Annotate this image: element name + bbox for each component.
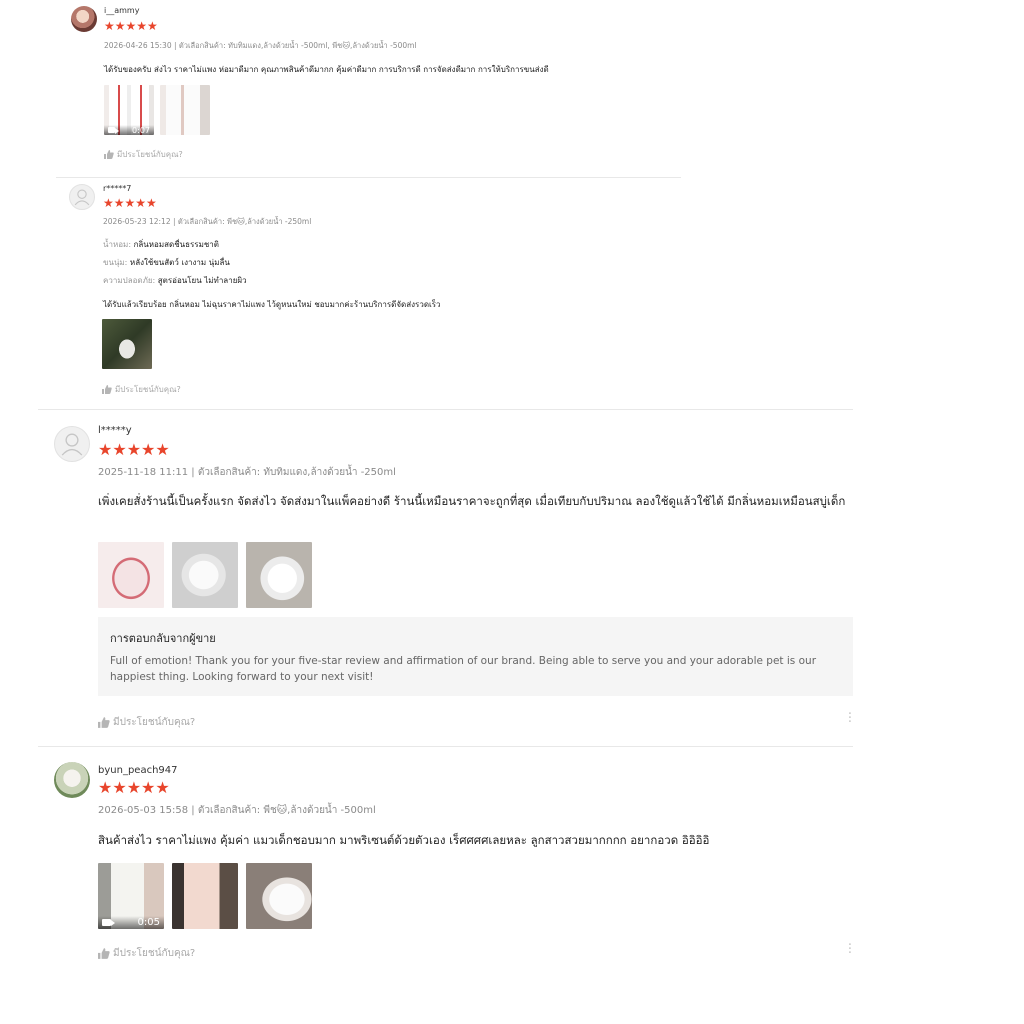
seller-reply-title: การตอบกลับจากผู้ขาย: [110, 632, 216, 645]
avatar[interactable]: [54, 426, 90, 462]
star-rating: ★★★★★: [104, 19, 158, 33]
star-rating: ★★★★★: [103, 196, 157, 210]
helpful-label: มีประโยชน์กับคุณ?: [113, 948, 196, 959]
review-media: 0:05: [98, 863, 312, 929]
review-video-thumbnail[interactable]: 0:07: [104, 85, 154, 135]
video-overlay: 0:07: [104, 125, 154, 135]
video-overlay: 0:05: [98, 915, 164, 929]
seller-reply-text: Full of emotion! Thank you for your five…: [110, 655, 817, 683]
seller-reply: การตอบกลับจากผู้ขาย Full of emotion! Tha…: [98, 617, 853, 696]
review-image-thumbnail[interactable]: [246, 863, 312, 929]
star-rating: ★★★★★: [98, 440, 170, 459]
review-image-thumbnail[interactable]: [98, 542, 164, 608]
star-rating: ★★★★★: [98, 778, 170, 797]
review-image-thumbnail[interactable]: [246, 542, 312, 608]
review-media: 0:07: [104, 85, 210, 135]
review-text: เพิ่งเคยสั่งร้านนี้เป็นครั้งแรก จัดส่งไว…: [98, 494, 846, 508]
thumb-up-icon: [98, 717, 110, 728]
attribute-value: สูตรอ่อนโยน ไม่ทำลายผิว: [157, 276, 247, 285]
review-video-thumbnail[interactable]: 0:05: [98, 863, 164, 929]
review-divider: [38, 746, 853, 747]
username: byun_peach947: [98, 765, 178, 776]
review-divider: [56, 177, 681, 178]
avatar[interactable]: [71, 6, 97, 32]
review-meta: 2026-04-26 15:30 | ตัวเลือกสินค้า: ทับทิ…: [104, 41, 417, 50]
review-divider: [38, 409, 853, 410]
attribute-key: น้ำหอม:: [103, 240, 132, 249]
thumb-up-icon: [102, 385, 112, 394]
more-vertical-icon[interactable]: · · ·: [847, 939, 853, 960]
review-text: ได้รับของครับ ส่งไว ราคาไม่แพง ห่อมาดีมา…: [104, 65, 549, 74]
review-attribute: น้ำหอม: กลิ่นหอมสดชื่นธรรมชาติ: [103, 238, 219, 251]
helpful-button[interactable]: มีประโยชน์กับคุณ?: [98, 715, 195, 730]
helpful-button[interactable]: มีประโยชน์กับคุณ?: [98, 946, 195, 961]
helpful-label: มีประโยชน์กับคุณ?: [115, 385, 181, 394]
thumb-up-icon: [104, 150, 114, 159]
video-duration: 0:07: [132, 125, 150, 135]
username: r*****7: [103, 184, 132, 193]
review-image-thumbnail[interactable]: [102, 319, 152, 369]
review-image-thumbnail[interactable]: [172, 542, 238, 608]
review-meta: 2026-05-23 12:12 | ตัวเลือกสินค้า: พีช🐱,…: [103, 217, 312, 226]
more-vertical-icon[interactable]: · · ·: [847, 708, 853, 729]
helpful-label: มีประโยชน์กับคุณ?: [113, 717, 196, 728]
review-media: [98, 542, 312, 608]
video-camera-icon: [108, 127, 119, 134]
review-media: [102, 319, 152, 369]
avatar[interactable]: [54, 762, 90, 798]
review-text: ได้รับแล้วเรียบร้อย กลิ่นหอม ไม่ฉุนราคาไ…: [103, 300, 441, 309]
avatar[interactable]: [69, 184, 95, 210]
user-avatar-icon: [61, 433, 83, 456]
helpful-button[interactable]: มีประโยชน์กับคุณ?: [102, 383, 181, 396]
attribute-key: ขนนุ่ม:: [103, 258, 128, 267]
user-avatar-icon: [74, 189, 90, 206]
review-meta: 2026-05-03 15:58 | ตัวเลือกสินค้า: พีช🐱,…: [98, 805, 376, 816]
review-image-thumbnail[interactable]: [172, 863, 238, 929]
helpful-button[interactable]: มีประโยชน์กับคุณ?: [104, 148, 183, 161]
attribute-value: กลิ่นหอมสดชื่นธรรมชาติ: [133, 240, 219, 249]
review-meta: 2025-11-18 11:11 | ตัวเลือกสินค้า: ทับทิ…: [98, 467, 396, 478]
thumb-up-icon: [98, 948, 110, 959]
username: i__ammy: [104, 6, 140, 15]
review-attribute: ความปลอดภัย: สูตรอ่อนโยน ไม่ทำลายผิว: [103, 274, 247, 287]
review-image-thumbnail[interactable]: [160, 85, 210, 135]
video-camera-icon: [102, 918, 115, 926]
username: l*****y: [98, 425, 132, 436]
video-duration: 0:05: [137, 916, 160, 928]
attribute-key: ความปลอดภัย:: [103, 276, 156, 285]
helpful-label: มีประโยชน์กับคุณ?: [117, 150, 183, 159]
attribute-value: หลังใช้ขนสัตว์ เงางาม นุ่มลื่น: [129, 258, 230, 267]
review-text: สินค้าส่งไว ราคาไม่แพง คุ้มค่า แมวเด็กชอ…: [98, 833, 710, 847]
review-attribute: ขนนุ่ม: หลังใช้ขนสัตว์ เงางาม นุ่มลื่น: [103, 256, 230, 269]
